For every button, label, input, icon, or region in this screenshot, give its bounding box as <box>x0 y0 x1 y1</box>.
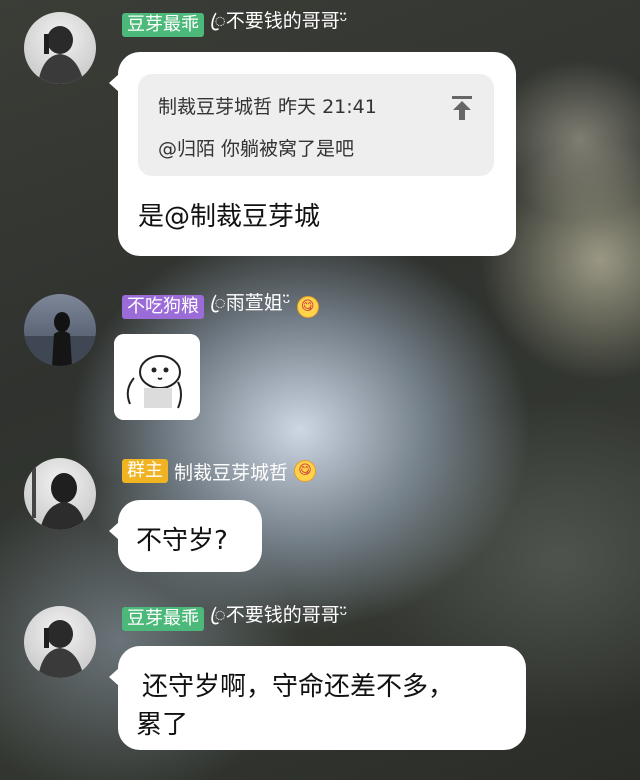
avatar[interactable] <box>24 294 96 366</box>
message-item: 豆芽最乖 ꦿ不要钱的哥哥ᵕ̈ 制裁豆芽城哲 昨天 21:41 @归陌 你躺被窝了… <box>0 0 640 260</box>
message-text: 是@制裁豆芽城 <box>138 202 321 232</box>
avatar-person-icon <box>24 312 96 366</box>
cartoon-sticker <box>114 334 200 420</box>
message-bubble[interactable]: 不守岁? <box>109 500 262 572</box>
scroll-to-top-icon[interactable] <box>450 94 474 122</box>
group-owner-badge: 群主 <box>122 459 168 483</box>
message-item: 群主 制裁豆芽城哲 😋 不守岁? <box>0 452 640 582</box>
sender-nickname[interactable]: 制裁豆芽城哲 <box>174 458 288 485</box>
sender-row: 豆芽最乖 ꦿ不要钱的哥哥ᵕ̈ <box>122 10 348 38</box>
avatar-figure-icon <box>38 26 84 84</box>
avatar[interactable] <box>24 606 96 678</box>
sticker-message[interactable] <box>114 334 200 420</box>
member-title-badge: 豆芽最乖 <box>122 13 204 37</box>
message-text: 不守岁? <box>136 526 228 556</box>
avatar[interactable] <box>24 12 96 84</box>
quoted-text: @归陌 你躺被窝了是吧 <box>158 138 355 160</box>
message-item: 不吃狗粮 ꦿ雨萱姐ᵕ̈ 😋 <box>0 280 640 430</box>
message-text-line: 还守岁啊，守命还差不多， <box>142 672 455 702</box>
member-title-badge: 不吃狗粮 <box>122 295 204 319</box>
sender-row: 豆芽最乖 ꦿ不要钱的哥哥ᵕ̈ <box>122 604 348 632</box>
sender-nickname[interactable]: ꦿ雨萱姐ᵕ̈ <box>210 288 291 327</box>
quoted-message[interactable]: 制裁豆芽城哲 昨天 21:41 @归陌 你躺被窝了是吧 <box>138 74 494 176</box>
sender-nickname[interactable]: ꦿ不要钱的哥哥ᵕ̈ <box>210 600 348 639</box>
emoji-icon: 😋 <box>294 460 317 482</box>
sender-row: 群主 制裁豆芽城哲 😋 <box>122 458 317 485</box>
quoted-author-time: 制裁豆芽城哲 昨天 21:41 <box>158 96 377 118</box>
sender-row: 不吃狗粮 ꦿ雨萱姐ᵕ̈ 😋 <box>122 292 319 320</box>
sender-nickname[interactable]: ꦿ不要钱的哥哥ᵕ̈ <box>210 6 348 45</box>
message-item: 豆芽最乖 ꦿ不要钱的哥哥ᵕ̈ 还守岁啊，守命还差不多， 累了 <box>0 600 640 780</box>
avatar[interactable] <box>24 458 96 530</box>
avatar-figure-icon <box>32 468 86 530</box>
avatar-figure-icon <box>38 620 84 678</box>
member-title-badge: 豆芽最乖 <box>122 607 204 631</box>
message-bubble[interactable]: 还守岁啊，守命还差不多， 累了 <box>109 646 526 750</box>
message-bubble[interactable]: 制裁豆芽城哲 昨天 21:41 @归陌 你躺被窝了是吧 是@制裁豆芽城 <box>109 52 516 256</box>
emoji-icon: 😋 <box>296 296 319 318</box>
message-text-line: 累了 <box>136 710 189 740</box>
